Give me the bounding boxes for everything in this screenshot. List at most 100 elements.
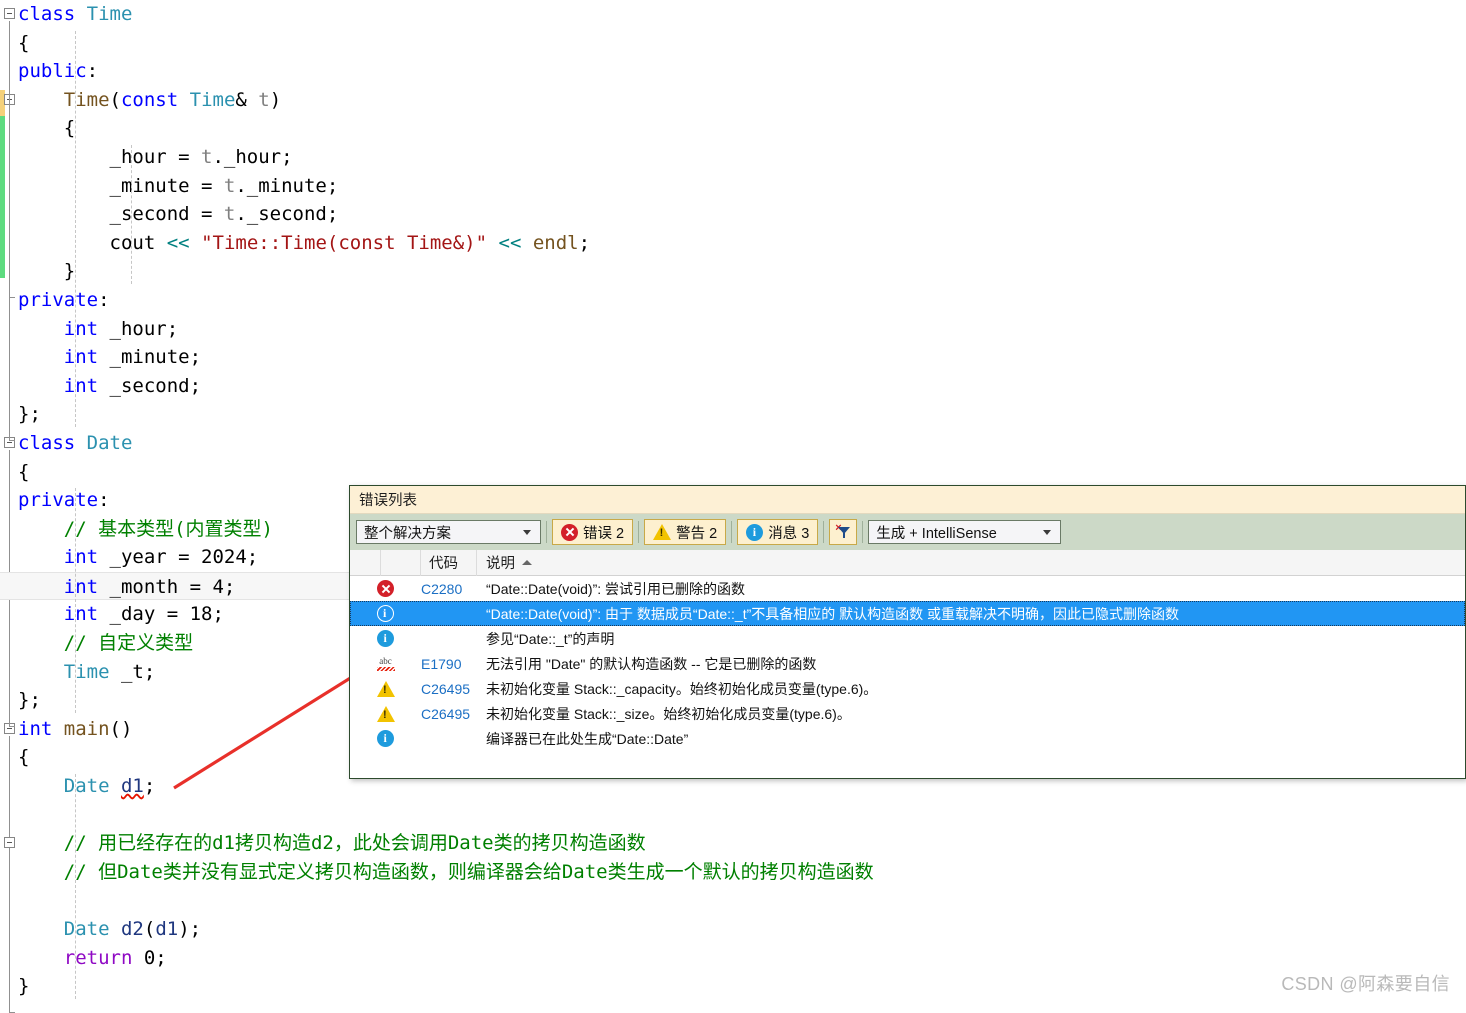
code-line[interactable]: private:: [0, 286, 1466, 315]
code-line[interactable]: {: [0, 458, 1466, 487]
code-token: };: [18, 689, 41, 711]
column-header-severity[interactable]: [350, 550, 381, 576]
indent-guide: [75, 774, 76, 999]
error-list-row[interactable]: C2280“Date::Date(void)”: 尝试引用已删除的函数: [350, 576, 1465, 601]
error-list-row[interactable]: 参见“Date::_t”的声明: [350, 626, 1465, 651]
column-header-code[interactable]: 代码: [421, 550, 477, 576]
row-description: 未初始化变量 Stack::_size。始终初始化成员变量(type.6)。: [477, 704, 851, 724]
code-token: endl: [533, 232, 579, 254]
warnings-filter-button[interactable]: 警告 2: [644, 519, 726, 545]
code-token: Date: [87, 432, 133, 454]
code-line[interactable]: int _second;: [0, 372, 1466, 401]
error-list-rows[interactable]: C2280“Date::Date(void)”: 尝试引用已删除的函数“Date…: [350, 576, 1465, 751]
error-list-row[interactable]: “Date::Date(void)”: 由于 数据成员“Date::_t”不具备…: [350, 601, 1465, 626]
error-list-row[interactable]: abcE1790无法引用 "Date" 的默认构造函数 -- 它是已删除的函数: [350, 651, 1465, 676]
row-severity-icon-cell: [350, 706, 421, 722]
indent-guide: [75, 488, 76, 713]
funnel-stem: [843, 533, 845, 538]
sort-ascending-icon: [522, 560, 532, 565]
code-line[interactable]: int _hour;: [0, 315, 1466, 344]
code-token: d1: [155, 918, 178, 940]
column-header-spacer[interactable]: [381, 550, 421, 576]
column-header-description[interactable]: 说明: [477, 550, 1465, 576]
error-icon: [561, 524, 578, 541]
row-severity-icon-cell: [350, 605, 421, 622]
code-token: ;: [144, 775, 155, 797]
code-line[interactable]: _hour = t._hour;: [0, 143, 1466, 172]
toolbar-divider: [731, 521, 732, 543]
row-description: 编译器已在此处生成“Date::Date”: [477, 729, 688, 749]
messages-filter-button[interactable]: 消息 3: [737, 519, 818, 545]
error-list-row[interactable]: 编译器已在此处生成“Date::Date”: [350, 726, 1465, 751]
code-line[interactable]: class Date: [0, 429, 1466, 458]
code-token: &: [235, 89, 258, 111]
code-line[interactable]: {: [0, 114, 1466, 143]
code-token: :: [87, 60, 98, 82]
code-line[interactable]: class Time: [0, 0, 1466, 29]
code-token: ._second;: [235, 203, 338, 225]
clear-filter-button[interactable]: ×: [829, 519, 857, 545]
code-token: // 用已经存在的d1拷贝构造d2，此处会调用Date类的拷贝构造函数: [64, 832, 646, 854]
row-code[interactable]: C26495: [421, 681, 477, 697]
code-token: <<: [167, 232, 190, 254]
row-code[interactable]: C26495: [421, 706, 477, 722]
row-code[interactable]: E1790: [421, 656, 477, 672]
code-line[interactable]: };: [0, 400, 1466, 429]
warning-icon: [377, 706, 395, 722]
build-source-dropdown[interactable]: 生成 + IntelliSense: [868, 520, 1061, 544]
code-token: private: [18, 489, 98, 511]
error-list-panel[interactable]: 错误列表 整个解决方案 错误 2 警告 2 消息 3 ×: [349, 485, 1466, 779]
build-source-value: 生成 + IntelliSense: [876, 522, 997, 543]
row-description: “Date::Date(void)”: 由于 数据成员“Date::_t”不具备…: [477, 604, 1179, 624]
column-header-code-label: 代码: [429, 552, 458, 573]
error-list-row[interactable]: C26495未初始化变量 Stack::_capacity。始终初始化成员变量(…: [350, 676, 1465, 701]
code-line[interactable]: {: [0, 29, 1466, 58]
code-line[interactable]: [0, 886, 1466, 915]
code-token: Time: [190, 89, 236, 111]
code-line[interactable]: _minute = t._minute;: [0, 172, 1466, 201]
code-token: }: [18, 975, 29, 997]
code-token: :: [98, 289, 109, 311]
code-token: d1: [121, 775, 144, 797]
code-line[interactable]: int _minute;: [0, 343, 1466, 372]
row-severity-icon-cell: [350, 580, 421, 597]
code-token: int: [18, 718, 52, 740]
warning-icon: [377, 681, 395, 697]
code-token: [487, 232, 498, 254]
code-line[interactable]: }: [0, 257, 1466, 286]
code-token: "Time::Time(const Time&)": [201, 232, 487, 254]
error-list-row[interactable]: C26495未初始化变量 Stack::_size。始终初始化成员变量(type…: [350, 701, 1465, 726]
scope-filter-dropdown[interactable]: 整个解决方案: [356, 520, 541, 544]
code-token: {: [18, 746, 29, 768]
code-line[interactable]: Time(const Time& t): [0, 86, 1466, 115]
row-code[interactable]: C2280: [421, 581, 477, 597]
code-line[interactable]: }: [0, 972, 1466, 1001]
code-line[interactable]: cout << "Time::Time(const Time&)" << end…: [0, 229, 1466, 258]
code-line[interactable]: _second = t._second;: [0, 200, 1466, 229]
error-list-column-headers[interactable]: 代码 说明: [350, 550, 1465, 576]
indent-guide: [75, 31, 76, 427]
row-severity-icon-cell: [350, 730, 421, 747]
code-line[interactable]: public:: [0, 57, 1466, 86]
code-token: t: [224, 203, 235, 225]
code-token: _hour;: [98, 318, 178, 340]
code-token: [52, 718, 63, 740]
indent-guide: [131, 145, 132, 284]
code-line[interactable]: // 但Date类并没有显式定义拷贝构造函数，则编译器会给Date类生成一个默认…: [0, 858, 1466, 887]
info-icon: [377, 730, 394, 747]
code-token: [110, 775, 121, 797]
code-token: _year = 2024;: [98, 546, 258, 568]
code-token: ._minute;: [235, 175, 338, 197]
code-line[interactable]: // 用已经存在的d1拷贝构造d2，此处会调用Date类的拷贝构造函数: [0, 829, 1466, 858]
code-line[interactable]: Date d2(d1);: [0, 915, 1466, 944]
code-token: int: [64, 603, 98, 625]
row-description: 无法引用 "Date" 的默认构造函数 -- 它是已删除的函数: [477, 654, 816, 674]
error-list-toolbar[interactable]: 整个解决方案 错误 2 警告 2 消息 3 ×: [350, 514, 1465, 550]
row-severity-icon-cell: [350, 681, 421, 697]
errors-filter-button[interactable]: 错误 2: [552, 519, 633, 545]
code-token: 0;: [132, 947, 166, 969]
info-icon: [377, 605, 394, 622]
code-line[interactable]: [0, 801, 1466, 830]
code-line[interactable]: return 0;: [0, 944, 1466, 973]
code-token: _second;: [98, 375, 201, 397]
